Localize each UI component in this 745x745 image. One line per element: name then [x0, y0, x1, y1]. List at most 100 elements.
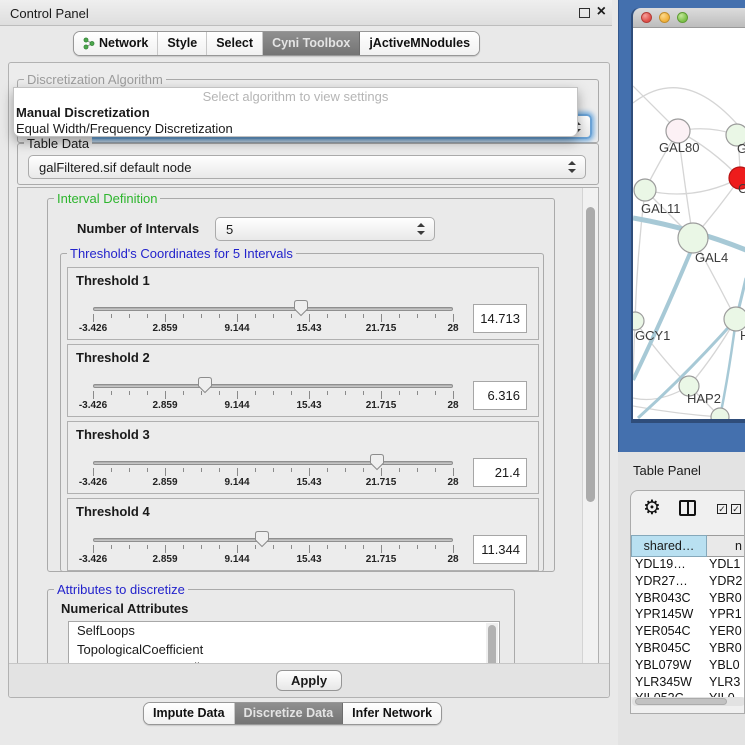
table-row[interactable]: YLR345WYLR3: [631, 675, 745, 692]
tick-mark: [93, 545, 94, 553]
tick-mark: [165, 468, 166, 476]
float-window-icon[interactable]: [579, 8, 590, 18]
tab-jactivemnodules[interactable]: jActiveMNodules: [360, 32, 479, 55]
cell-shared-name[interactable]: YLR345W: [631, 675, 707, 692]
cell-name[interactable]: YBR0: [707, 641, 742, 658]
tick-mark: [183, 545, 184, 549]
tab-cyni-toolbox[interactable]: Cyni Toolbox: [263, 32, 360, 55]
tab-select[interactable]: Select: [207, 32, 263, 55]
slider-track[interactable]: [93, 461, 453, 465]
node-label: GAL11: [641, 201, 681, 216]
tick-mark: [237, 545, 238, 553]
tick-label: 28: [447, 554, 458, 565]
tick-mark: [417, 545, 418, 549]
minimize-button[interactable]: [659, 12, 670, 23]
slider-track[interactable]: [93, 538, 453, 542]
numerical-attributes-label: Numerical Attributes: [61, 601, 188, 616]
cell-name[interactable]: YBL0: [707, 658, 740, 675]
cell-shared-name[interactable]: YBL079W: [631, 658, 707, 675]
tick-mark: [453, 468, 454, 476]
tick-label: 9.144: [224, 400, 249, 411]
list-item[interactable]: SelfLoops: [69, 622, 499, 641]
cell-name[interactable]: YER0: [707, 624, 742, 641]
table-row[interactable]: YDR27…YDR2: [631, 574, 745, 591]
gear-icon[interactable]: ⚙: [643, 495, 661, 520]
table-row[interactable]: YBL079WYBL0: [631, 658, 745, 675]
node-label: HAP2: [687, 391, 721, 406]
threshold-value-field[interactable]: 6.316: [473, 381, 527, 410]
column-header-name[interactable]: n: [707, 535, 745, 557]
tick-mark: [327, 314, 328, 318]
network-window-titlebar[interactable]: [633, 8, 745, 28]
close-icon[interactable]: ×: [597, 3, 606, 21]
number-of-intervals-combobox[interactable]: 5: [215, 217, 435, 241]
tick-mark: [291, 314, 292, 318]
list-item[interactable]: TopologicalCoefficient: [69, 641, 499, 660]
table-data-combobox[interactable]: galFiltered.sif default node: [28, 155, 586, 179]
scrollbar-thumb[interactable]: [635, 698, 727, 705]
tab-infer-network[interactable]: Infer Network: [343, 703, 441, 724]
cell-name[interactable]: YDR2: [707, 574, 742, 591]
tick-mark: [453, 545, 454, 553]
zoom-button[interactable]: [677, 12, 688, 23]
cell-shared-name[interactable]: YPR145W: [631, 607, 707, 624]
apply-button[interactable]: Apply: [276, 670, 342, 691]
cell-shared-name[interactable]: YDR27…: [631, 574, 707, 591]
tick-mark: [363, 391, 364, 395]
tab-impute-data[interactable]: Impute Data: [144, 703, 235, 724]
slider-track[interactable]: [93, 307, 453, 311]
tick-mark: [363, 468, 364, 472]
tick-label: 28: [447, 477, 458, 488]
scrollbar-thumb[interactable]: [586, 207, 595, 502]
table-row[interactable]: YPR145WYPR1: [631, 607, 745, 624]
tick-mark: [219, 391, 220, 395]
table-row[interactable]: YER054CYER0: [631, 624, 745, 641]
close-button[interactable]: [641, 12, 652, 23]
column-header-shared-name[interactable]: shared…: [631, 535, 707, 557]
tick-mark: [399, 468, 400, 472]
menu-item-equal-width-frequency[interactable]: Equal Width/Frequency Discretization: [16, 121, 233, 136]
cell-shared-name[interactable]: YBR045C: [631, 641, 707, 658]
threshold-value-field[interactable]: 11.344: [473, 535, 527, 564]
tick-mark: [237, 391, 238, 399]
node-label: GCY1: [635, 328, 670, 343]
vertical-scrollbar[interactable]: [582, 188, 598, 664]
cell-shared-name[interactable]: YDL19…: [631, 557, 707, 574]
cell-name[interactable]: YPR1: [707, 607, 742, 624]
cell-shared-name[interactable]: YER054C: [631, 624, 707, 641]
menu-item-manual-discretization[interactable]: Manual Discretization: [16, 105, 150, 120]
table-row[interactable]: YBR043CYBR0: [631, 591, 745, 608]
scrollbar-thumb[interactable]: [488, 625, 496, 665]
table-row[interactable]: YDL19…YDL1: [631, 557, 745, 574]
list-scrollbar[interactable]: [486, 623, 498, 665]
threshold-value-field[interactable]: 14.713: [473, 304, 527, 333]
tick-label: -3.426: [79, 554, 107, 565]
panel-title: Control Panel: [10, 6, 89, 21]
split-columns-icon[interactable]: [679, 500, 696, 516]
cell-name[interactable]: YBR0: [707, 591, 742, 608]
checkbox-icon[interactable]: ✓: [717, 504, 727, 514]
cell-shared-name[interactable]: YBR043C: [631, 591, 707, 608]
network-canvas[interactable]: GAL80 GA C GAL11 GAL4 GCY1 H HAP2: [633, 28, 745, 419]
table-rows: YDL19…YDL1YDR27…YDR2YBR043CYBR0YPR145WYP…: [631, 557, 745, 697]
cell-name[interactable]: YDL1: [707, 557, 740, 574]
cyni-toolbox-panel: Discretization Algorithm Table Data galF…: [8, 62, 610, 698]
tick-mark: [93, 391, 94, 399]
horizontal-scrollbar[interactable]: [632, 697, 745, 706]
slider-track[interactable]: [93, 384, 453, 388]
tick-mark: [399, 391, 400, 395]
tab-discretize-data[interactable]: Discretize Data: [235, 703, 344, 724]
node-gal4[interactable]: [678, 223, 708, 253]
table-data-group: Table Data galFiltered.sif default node: [17, 143, 599, 185]
checkbox-icon[interactable]: ✓: [731, 504, 741, 514]
node-gal11[interactable]: [634, 179, 656, 201]
network-window[interactable]: GAL80 GA C GAL11 GAL4 GCY1 H HAP2: [631, 8, 745, 423]
tick-mark: [219, 468, 220, 472]
tab-network[interactable]: Network: [74, 32, 158, 55]
table-row[interactable]: YBR045CYBR0: [631, 641, 745, 658]
control-panel: Control Panel × Network Style Select Cyn…: [0, 0, 612, 745]
tab-style[interactable]: Style: [158, 32, 207, 55]
tick-mark: [381, 545, 382, 553]
cell-name[interactable]: YLR3: [707, 675, 740, 692]
threshold-value-field[interactable]: 21.4: [473, 458, 527, 487]
